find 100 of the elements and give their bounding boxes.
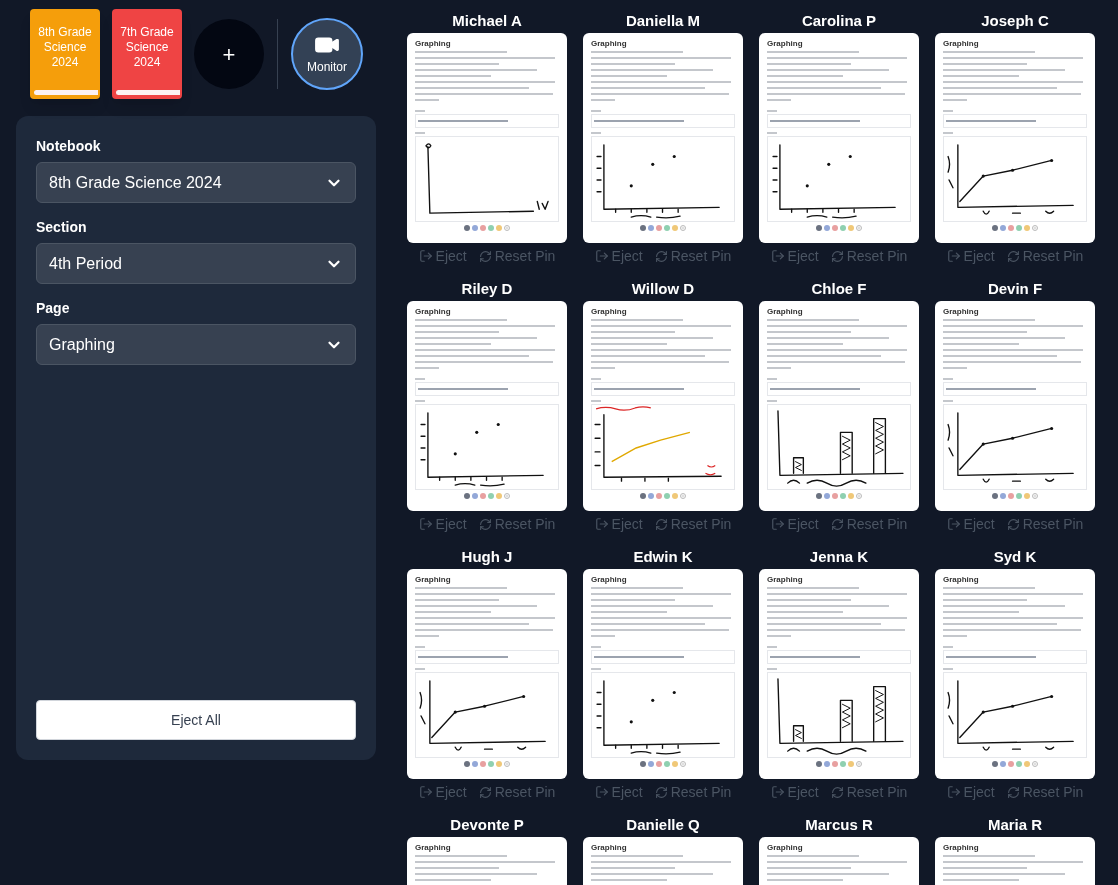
color-swatch[interactable]	[464, 493, 470, 499]
add-notebook-button[interactable]: +	[194, 19, 264, 89]
color-swatch[interactable]	[496, 493, 502, 499]
add-color-icon[interactable]	[856, 761, 862, 767]
color-swatch[interactable]	[472, 761, 478, 767]
color-swatch[interactable]	[640, 761, 646, 767]
color-swatch[interactable]	[640, 493, 646, 499]
color-swatch[interactable]	[832, 761, 838, 767]
add-color-icon[interactable]	[504, 761, 510, 767]
notebook-page-card[interactable]: Graphing	[407, 569, 567, 779]
color-swatch[interactable]	[648, 761, 654, 767]
color-swatch[interactable]	[848, 493, 854, 499]
color-swatch[interactable]	[1008, 761, 1014, 767]
color-swatch[interactable]	[480, 225, 486, 231]
notebook-cover[interactable]: 8th Grade Science 2024	[30, 9, 100, 99]
color-swatch[interactable]	[816, 225, 822, 231]
notebook-page-card[interactable]: Graphing	[583, 569, 743, 779]
page-heading: Graphing	[943, 307, 980, 316]
color-swatch[interactable]	[816, 493, 822, 499]
color-swatch[interactable]	[824, 225, 830, 231]
color-swatch[interactable]	[496, 225, 502, 231]
color-swatch[interactable]	[672, 225, 678, 231]
add-color-icon[interactable]	[680, 493, 686, 499]
dropdown-select[interactable]: 4th Period	[36, 243, 356, 284]
notebook-page-card[interactable]: Graphing	[583, 301, 743, 511]
color-swatch[interactable]	[848, 761, 854, 767]
color-swatch[interactable]	[992, 225, 998, 231]
refresh-icon	[1006, 249, 1020, 263]
color-swatch[interactable]	[664, 761, 670, 767]
color-swatch[interactable]	[992, 761, 998, 767]
color-swatch[interactable]	[1016, 493, 1022, 499]
color-swatch[interactable]	[1024, 225, 1030, 231]
color-swatch[interactable]	[824, 761, 830, 767]
color-swatch[interactable]	[1016, 761, 1022, 767]
add-color-icon[interactable]	[680, 225, 686, 231]
color-swatch[interactable]	[496, 761, 502, 767]
color-swatch[interactable]	[488, 761, 494, 767]
add-color-icon[interactable]	[1032, 761, 1038, 767]
dropdown-select[interactable]: 8th Grade Science 2024	[36, 162, 356, 203]
add-color-icon[interactable]	[1032, 225, 1038, 231]
add-color-icon[interactable]	[856, 225, 862, 231]
color-swatch[interactable]	[640, 225, 646, 231]
notebook-page-card[interactable]: Graphing	[583, 33, 743, 243]
add-color-icon[interactable]	[680, 761, 686, 767]
color-swatch[interactable]	[656, 761, 662, 767]
color-swatch[interactable]	[1000, 761, 1006, 767]
color-swatch[interactable]	[816, 761, 822, 767]
notebook-page-card[interactable]: Graphing	[935, 301, 1095, 511]
notebook-page-card[interactable]: Graphing	[407, 837, 567, 885]
color-swatch[interactable]	[488, 493, 494, 499]
color-swatch[interactable]	[992, 493, 998, 499]
color-swatch[interactable]	[672, 761, 678, 767]
notebook-page-card[interactable]: Graphing	[935, 569, 1095, 779]
color-swatch[interactable]	[648, 225, 654, 231]
add-color-icon[interactable]	[1032, 493, 1038, 499]
color-swatch[interactable]	[488, 225, 494, 231]
color-swatch[interactable]	[840, 761, 846, 767]
color-swatch[interactable]	[840, 225, 846, 231]
color-swatch[interactable]	[1000, 225, 1006, 231]
add-color-icon[interactable]	[504, 493, 510, 499]
notebook-page-card[interactable]: Graphing	[759, 837, 919, 885]
monitor-button[interactable]: Monitor	[291, 18, 363, 90]
notebook-page-card[interactable]: Graphing	[759, 569, 919, 779]
color-swatch[interactable]	[472, 493, 478, 499]
notebook-cover[interactable]: 7th Grade Science 2024	[112, 9, 182, 99]
notebook-page-card[interactable]: Graphing	[407, 33, 567, 243]
color-swatch[interactable]	[480, 761, 486, 767]
eject-all-button[interactable]: Eject All	[36, 700, 356, 740]
add-color-icon[interactable]	[504, 225, 510, 231]
notebook-page-card[interactable]: Graphing	[407, 301, 567, 511]
exit-icon	[946, 785, 961, 799]
dropdown-select[interactable]: Graphing	[36, 324, 356, 365]
notebook-page-card[interactable]: Graphing	[935, 837, 1095, 885]
color-swatch[interactable]	[664, 493, 670, 499]
add-color-icon[interactable]	[856, 493, 862, 499]
color-swatch[interactable]	[480, 493, 486, 499]
notebook-page-card[interactable]: Graphing	[759, 301, 919, 511]
refresh-icon	[1006, 785, 1020, 799]
color-swatch[interactable]	[464, 761, 470, 767]
color-swatch[interactable]	[1016, 225, 1022, 231]
color-swatch[interactable]	[656, 225, 662, 231]
color-swatch[interactable]	[1008, 225, 1014, 231]
color-swatch[interactable]	[648, 493, 654, 499]
color-swatch[interactable]	[656, 493, 662, 499]
color-swatch[interactable]	[472, 225, 478, 231]
color-swatch[interactable]	[840, 493, 846, 499]
color-swatch[interactable]	[672, 493, 678, 499]
color-swatch[interactable]	[832, 225, 838, 231]
notebook-page-card[interactable]: Graphing	[935, 33, 1095, 243]
color-swatch[interactable]	[1008, 493, 1014, 499]
color-swatch[interactable]	[664, 225, 670, 231]
color-swatch[interactable]	[832, 493, 838, 499]
color-swatch[interactable]	[1024, 761, 1030, 767]
color-swatch[interactable]	[848, 225, 854, 231]
color-swatch[interactable]	[824, 493, 830, 499]
color-swatch[interactable]	[464, 225, 470, 231]
notebook-page-card[interactable]: Graphing	[583, 837, 743, 885]
color-swatch[interactable]	[1000, 493, 1006, 499]
notebook-page-card[interactable]: Graphing	[759, 33, 919, 243]
color-swatch[interactable]	[1024, 493, 1030, 499]
